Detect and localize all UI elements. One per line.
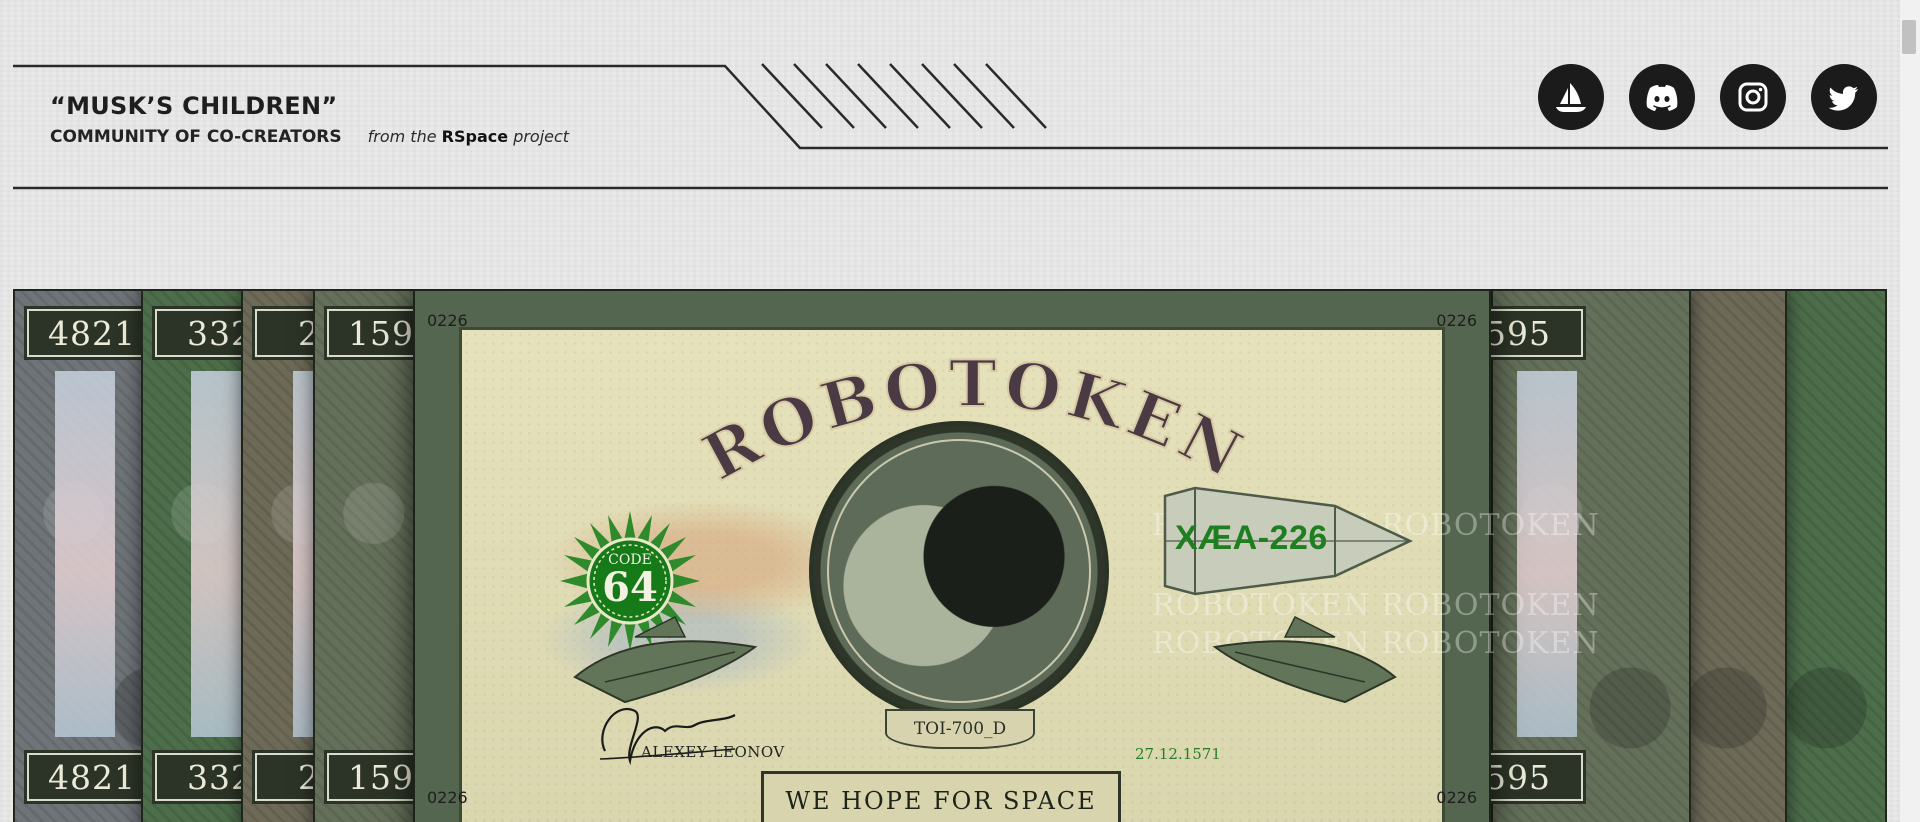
- issue-date: 27.12.1571: [1135, 745, 1221, 763]
- main-note-serial: 0226: [427, 311, 468, 330]
- note-serial: 4821: [24, 750, 160, 804]
- page-subtitle: COMMUNITY OF CO-CREATORS: [50, 127, 342, 147]
- credit-prefix: from the: [367, 127, 437, 146]
- project-name: RSpace: [441, 127, 509, 146]
- brand-subline: COMMUNITY OF CO-CREATORS from the RSpace…: [50, 127, 569, 147]
- note-holo-strip: [1517, 371, 1577, 737]
- rocket-label: XÆA-226: [1175, 519, 1328, 557]
- twitter-button[interactable]: [1811, 64, 1877, 130]
- opensea-button[interactable]: [1538, 64, 1604, 130]
- back-note: 595 595: [1450, 289, 1691, 822]
- credit-suffix: project: [513, 127, 570, 146]
- portrait-ribbon: TOI-700_D: [885, 709, 1035, 749]
- main-note-serial: 0226: [1436, 788, 1477, 807]
- scrollbar-thumb[interactable]: [1902, 20, 1916, 54]
- page-scrollbar[interactable]: [1900, 0, 1920, 822]
- seal-number: 64: [602, 564, 658, 611]
- project-credit: from the RSpace project: [368, 127, 569, 146]
- banknote-motto: WE HOPE FOR SPACE: [761, 771, 1121, 822]
- social-links: [1538, 64, 1877, 130]
- code-seal-label: CODE 64: [560, 553, 700, 609]
- robot-portrait-medallion: [809, 421, 1109, 721]
- note-holo-strip: [55, 371, 115, 737]
- page-title: “MUSK’S CHILDREN”: [50, 92, 338, 120]
- discord-button[interactable]: [1629, 64, 1695, 130]
- main-note-serial: 0226: [1436, 311, 1477, 330]
- instagram-button[interactable]: [1720, 64, 1786, 130]
- note-serial: 4821: [24, 306, 160, 360]
- ornament-ship-icon: [1212, 615, 1397, 704]
- instagram-icon: [1738, 82, 1768, 112]
- opensea-icon: [1556, 83, 1586, 112]
- brand-block: “MUSK’S CHILDREN” COMMUNITY OF CO-CREATO…: [50, 92, 569, 147]
- signer-name: ALEXEY LEONOV: [641, 743, 785, 761]
- main-note-serial: 0226: [427, 788, 468, 807]
- robotoken-banknote: ROBOTOKEN ROBOTOKEN ROBOTOKEN ROBOTOKEN …: [413, 289, 1599, 822]
- hero-banknote-showcase: 4821 4821 332 332 26 26 1595 1595 4821 4…: [13, 289, 1887, 822]
- discord-icon: [1646, 85, 1678, 111]
- twitter-icon: [1828, 86, 1858, 111]
